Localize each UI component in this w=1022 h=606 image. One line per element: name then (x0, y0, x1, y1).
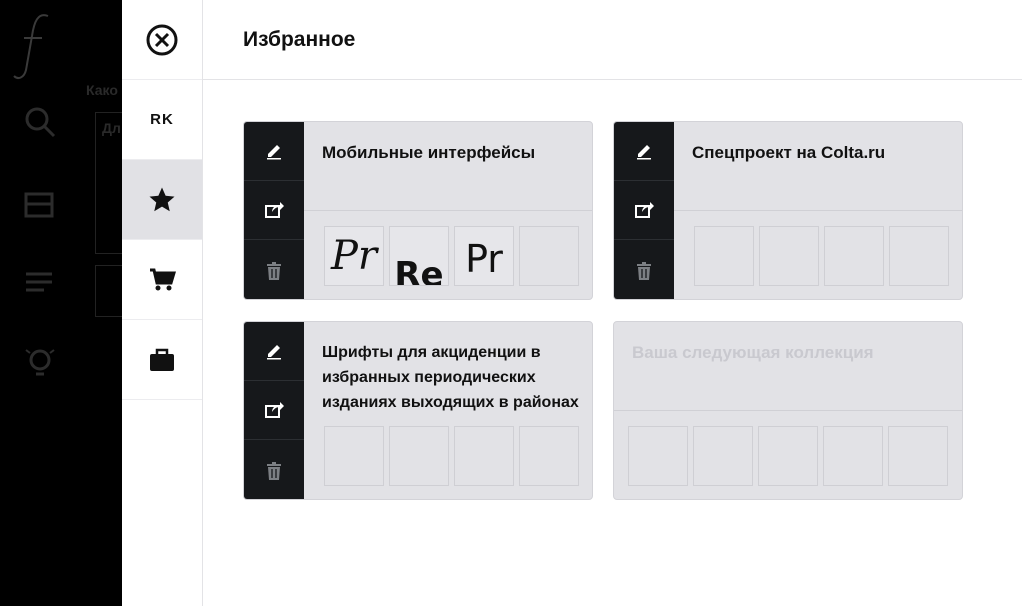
trash-icon (267, 461, 281, 480)
lightbulb-icon (25, 349, 55, 376)
list-icon (26, 272, 52, 292)
divider (674, 210, 962, 211)
page-title: Избранное (243, 27, 356, 51)
collection-card[interactable]: Мобильные интерфейсы Pr Re Pr (243, 121, 593, 300)
font-sample: Pr (465, 237, 503, 281)
font-slot[interactable]: Re (389, 226, 449, 286)
font-logo-icon (13, 14, 49, 79)
panel-header: Избранное (203, 0, 1022, 80)
briefcase-icon (150, 348, 174, 371)
new-collection-card[interactable]: Ваша следующая коллекция (613, 321, 963, 500)
empty-slot (519, 426, 579, 486)
sidebar-item-purchases[interactable] (122, 320, 202, 400)
empty-slot (759, 226, 819, 286)
font-slots (324, 426, 579, 486)
share-button[interactable] (244, 381, 304, 440)
pencil-icon (267, 345, 281, 360)
edit-button[interactable] (244, 322, 304, 381)
trash-icon (267, 261, 281, 280)
card-toolbar (244, 322, 304, 499)
edit-button[interactable] (614, 122, 674, 181)
collection-title: Спецпроект на Colta.ru (692, 143, 886, 162)
search-icon (25, 107, 56, 138)
collection-title: Шрифты для акциденции в избранных период… (322, 344, 579, 411)
share-icon (265, 202, 284, 218)
divider (614, 410, 962, 411)
close-button[interactable] (122, 0, 202, 80)
trash-icon (637, 261, 651, 280)
share-icon (265, 402, 284, 418)
inbox-icon (24, 192, 54, 218)
empty-slot (519, 226, 579, 286)
collection-card[interactable]: Спецпроект на Colta.ru (613, 121, 963, 300)
pencil-icon (267, 145, 281, 160)
card-toolbar (614, 122, 674, 299)
font-sample: Pr (330, 233, 378, 279)
delete-button[interactable] (614, 241, 674, 299)
font-sample: Re (394, 255, 444, 286)
collection-title: Мобильные интерфейсы (322, 143, 536, 162)
new-collection-placeholder: Ваша следующая коллекция (632, 343, 874, 362)
font-slot[interactable]: Pr (454, 226, 514, 286)
empty-slot (693, 426, 753, 486)
share-button[interactable] (614, 181, 674, 240)
favorites-panel: Избранное Мобильные интерфейсы Pr Re Pr (203, 0, 1022, 606)
empty-slot (888, 426, 948, 486)
empty-slot (889, 226, 949, 286)
cart-icon (150, 268, 176, 290)
share-icon (635, 202, 654, 218)
card-toolbar (244, 122, 304, 299)
background-box (95, 265, 122, 317)
empty-slot (758, 426, 818, 486)
pencil-icon (637, 145, 651, 160)
delete-button[interactable] (244, 441, 304, 499)
sidebar-item-favorites[interactable] (122, 160, 202, 240)
empty-slot (628, 426, 688, 486)
sidebar-item-cart[interactable] (122, 240, 202, 320)
background-app: Како Дл (0, 0, 122, 606)
font-slots (628, 426, 948, 486)
divider (304, 210, 592, 211)
empty-slot (389, 426, 449, 486)
side-rail: RK (122, 0, 203, 606)
delete-button[interactable] (244, 241, 304, 299)
close-circle-icon (146, 24, 178, 55)
user-initials-button[interactable]: RK (122, 80, 202, 160)
background-heading: Како (86, 82, 118, 98)
collection-card[interactable]: Шрифты для акциденции в избранных период… (243, 321, 593, 500)
empty-slot (694, 226, 754, 286)
background-label: Дл (102, 120, 121, 136)
share-button[interactable] (244, 181, 304, 240)
edit-button[interactable] (244, 122, 304, 181)
font-slot[interactable]: Pr (324, 226, 384, 286)
empty-slot (324, 426, 384, 486)
empty-slot (824, 226, 884, 286)
empty-slot (454, 426, 514, 486)
star-icon (149, 187, 175, 211)
empty-slot (823, 426, 883, 486)
font-slots: Pr Re Pr (324, 226, 579, 286)
font-slots (694, 226, 949, 286)
